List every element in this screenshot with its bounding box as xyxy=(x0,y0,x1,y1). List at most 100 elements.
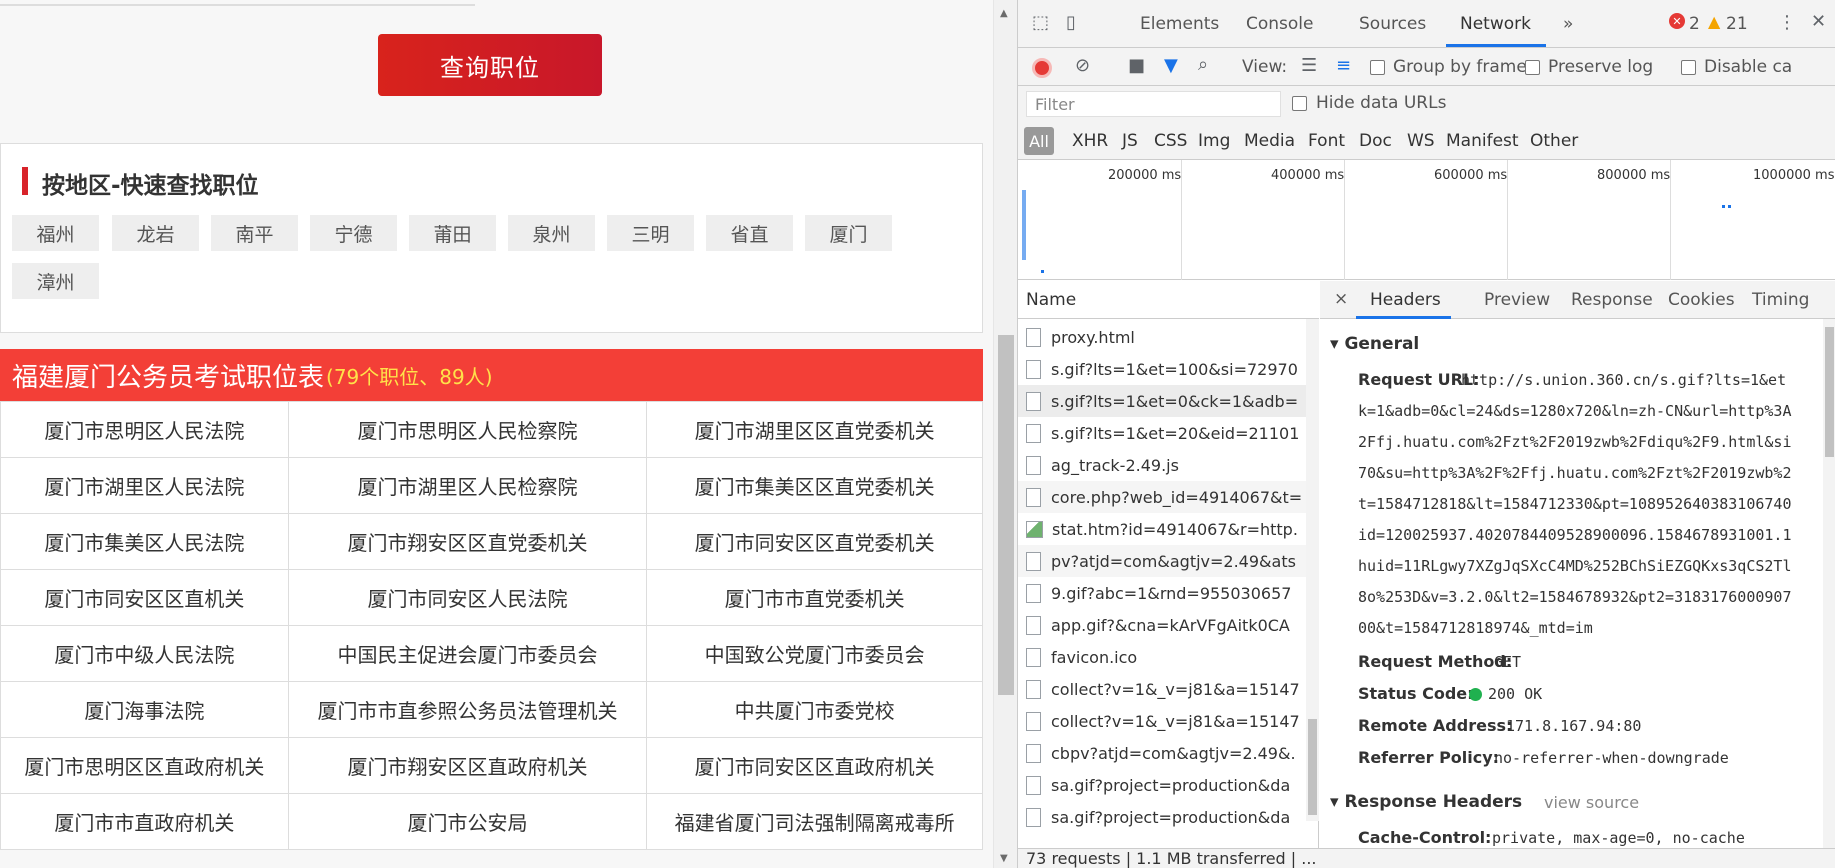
request-row[interactable]: ag_track-2.49.js xyxy=(1018,449,1306,481)
request-row[interactable]: pv?atjd=com&agtjv=2.49&ats xyxy=(1018,545,1306,577)
kebab-menu-icon[interactable]: ⋮ xyxy=(1778,12,1796,33)
tab-elements[interactable]: Elements xyxy=(1140,14,1219,34)
group-by-frame-label[interactable]: Group by frame xyxy=(1393,57,1527,77)
job-link[interactable]: 福建省厦门司法强制隔离戒毒所 xyxy=(646,793,983,850)
job-link[interactable]: 厦门市同安区区直政府机关 xyxy=(646,737,983,794)
request-row[interactable]: s.gif?lts=1&et=0&ck=1&adb= xyxy=(1018,385,1306,417)
disable-cache-checkbox[interactable] xyxy=(1681,60,1696,75)
request-row[interactable]: collect?v=1&_v=j81&a=15147 xyxy=(1018,705,1306,737)
record-icon[interactable] xyxy=(1032,58,1052,78)
close-devtools-icon[interactable]: ✕ xyxy=(1811,11,1826,32)
job-link[interactable]: 厦门市湖里区区直党委机关 xyxy=(646,401,983,458)
request-row[interactable]: app.gif?&cna=kArVFgAitk0CA xyxy=(1018,609,1306,641)
query-jobs-button[interactable]: 查询职位 xyxy=(378,34,602,96)
inspect-element-icon[interactable]: ⬚ xyxy=(1032,12,1049,33)
type-other[interactable]: Other xyxy=(1530,131,1578,151)
job-link[interactable]: 厦门市思明区人民检察院 xyxy=(287,401,648,458)
region-tag-shengzhi[interactable]: 省直 xyxy=(706,215,793,251)
waterfall-icon[interactable]: ≡ xyxy=(1336,55,1351,76)
type-js[interactable]: JS xyxy=(1122,131,1138,151)
job-link[interactable]: 厦门市翔安区区直政府机关 xyxy=(287,737,648,794)
region-tag-fuzhou[interactable]: 福州 xyxy=(12,215,99,251)
job-link[interactable]: 厦门市同安区区直党委机关 xyxy=(646,513,983,570)
more-tabs-icon[interactable]: » xyxy=(1563,14,1573,34)
job-link[interactable]: 厦门市公安局 xyxy=(287,793,648,850)
region-tag-nanping[interactable]: 南平 xyxy=(211,215,298,251)
detail-tab-response[interactable]: Response xyxy=(1571,290,1653,310)
tab-network[interactable]: Network xyxy=(1460,14,1531,34)
network-overview[interactable]: 200000 ms 400000 ms 600000 ms 800000 ms … xyxy=(1018,160,1835,280)
warning-count[interactable]: 21 xyxy=(1726,14,1748,34)
tab-console[interactable]: Console xyxy=(1246,14,1314,34)
job-link[interactable]: 厦门市市直参照公务员法管理机关 xyxy=(287,681,648,738)
type-media[interactable]: Media xyxy=(1244,131,1295,151)
filter-icon[interactable]: ▼ xyxy=(1164,55,1178,76)
request-list-scroll-thumb[interactable] xyxy=(1308,719,1317,815)
type-img[interactable]: Img xyxy=(1198,131,1230,151)
region-tag-ningde[interactable]: 宁德 xyxy=(310,215,397,251)
error-count[interactable]: 2 xyxy=(1689,14,1700,34)
request-row[interactable]: proxy.html xyxy=(1018,321,1306,353)
hide-data-urls-label[interactable]: Hide data URLs xyxy=(1316,93,1446,113)
region-tag-quanzhou[interactable]: 泉州 xyxy=(508,215,595,251)
job-link[interactable]: 厦门市翔安区区直党委机关 xyxy=(287,513,648,570)
type-ws[interactable]: WS xyxy=(1407,131,1435,151)
warning-icon[interactable]: ▲ xyxy=(1708,12,1720,31)
tab-sources[interactable]: Sources xyxy=(1359,14,1426,34)
detail-tab-headers[interactable]: Headers xyxy=(1370,290,1441,310)
disable-cache-label[interactable]: Disable ca xyxy=(1704,57,1792,77)
name-column-header[interactable]: Name xyxy=(1018,281,1319,319)
type-css[interactable]: CSS xyxy=(1154,131,1187,151)
page-scrollbar[interactable]: ▲ ▼ xyxy=(993,0,1017,868)
request-row[interactable]: sa.gif?project=production&da xyxy=(1018,801,1306,833)
preserve-log-label[interactable]: Preserve log xyxy=(1548,57,1653,77)
detail-tab-preview[interactable]: Preview xyxy=(1484,290,1550,310)
filter-input[interactable]: Filter xyxy=(1026,91,1281,117)
detail-tab-cookies[interactable]: Cookies xyxy=(1668,290,1735,310)
type-xhr[interactable]: XHR xyxy=(1072,131,1108,151)
job-link[interactable]: 厦门市思明区人民法院 xyxy=(0,401,289,458)
type-all-button[interactable]: All xyxy=(1024,127,1054,155)
request-row[interactable]: core.php?web_id=4914067&t= xyxy=(1018,481,1306,513)
region-tag-sanming[interactable]: 三明 xyxy=(607,215,694,251)
group-by-frame-checkbox[interactable] xyxy=(1370,60,1385,75)
scroll-down-icon[interactable]: ▼ xyxy=(1000,853,1008,864)
job-link[interactable]: 厦门市同安区人民法院 xyxy=(287,569,648,626)
view-source-link[interactable]: view source xyxy=(1544,793,1639,812)
job-link[interactable]: 中国民主促进会厦门市委员会 xyxy=(287,625,648,682)
request-row[interactable]: favicon.ico xyxy=(1018,641,1306,673)
detail-scrollbar[interactable] xyxy=(1823,319,1835,848)
region-tag-putian[interactable]: 莆田 xyxy=(409,215,496,251)
type-manifest[interactable]: Manifest xyxy=(1446,131,1519,151)
job-link[interactable]: 厦门市湖里区人民法院 xyxy=(0,457,289,514)
general-section-toggle[interactable]: ▾ General xyxy=(1330,334,1419,354)
region-tag-zhangzhou[interactable]: 漳州 xyxy=(12,263,99,299)
job-link[interactable]: 厦门市思明区区直政府机关 xyxy=(0,737,289,794)
response-headers-toggle[interactable]: ▾ Response Headers xyxy=(1330,792,1522,812)
close-detail-icon[interactable]: × xyxy=(1334,289,1348,309)
request-row[interactable]: stat.htm?id=4914067&r=http. xyxy=(1018,513,1306,545)
screenshot-capture-icon[interactable]: ■ xyxy=(1128,55,1145,76)
request-row[interactable]: sa.gif?project=production&da xyxy=(1018,769,1306,801)
job-link[interactable]: 厦门市集美区人民法院 xyxy=(0,513,289,570)
job-link[interactable]: 厦门市湖里区人民检察院 xyxy=(287,457,648,514)
preserve-log-checkbox[interactable] xyxy=(1525,60,1540,75)
device-toolbar-icon[interactable]: ▯ xyxy=(1066,12,1076,33)
large-rows-icon[interactable]: ☰ xyxy=(1301,55,1317,76)
job-link[interactable]: 厦门市市直党委机关 xyxy=(646,569,983,626)
job-link[interactable]: 中共厦门市委党校 xyxy=(646,681,983,738)
request-row[interactable]: 9.gif?abc=1&rnd=955030657 xyxy=(1018,577,1306,609)
request-list-scrollbar[interactable] xyxy=(1306,319,1319,821)
job-link[interactable]: 厦门市同安区区直机关 xyxy=(0,569,289,626)
clear-icon[interactable]: ⊘ xyxy=(1075,55,1090,76)
hide-data-urls-checkbox[interactable] xyxy=(1292,96,1307,111)
detail-scroll-thumb[interactable] xyxy=(1825,327,1834,457)
request-row[interactable]: cbpv?atjd=com&agtjv=2.49&. xyxy=(1018,737,1306,769)
request-row[interactable]: collect?v=1&_v=j81&a=15147 xyxy=(1018,673,1306,705)
type-font[interactable]: Font xyxy=(1308,131,1345,151)
job-link[interactable]: 厦门市中级人民法院 xyxy=(0,625,289,682)
job-link[interactable]: 中国致公党厦门市委员会 xyxy=(646,625,983,682)
page-scroll-thumb[interactable] xyxy=(998,335,1014,695)
region-tag-longyan[interactable]: 龙岩 xyxy=(112,215,199,251)
region-tag-xiamen[interactable]: 厦门 xyxy=(805,215,892,251)
